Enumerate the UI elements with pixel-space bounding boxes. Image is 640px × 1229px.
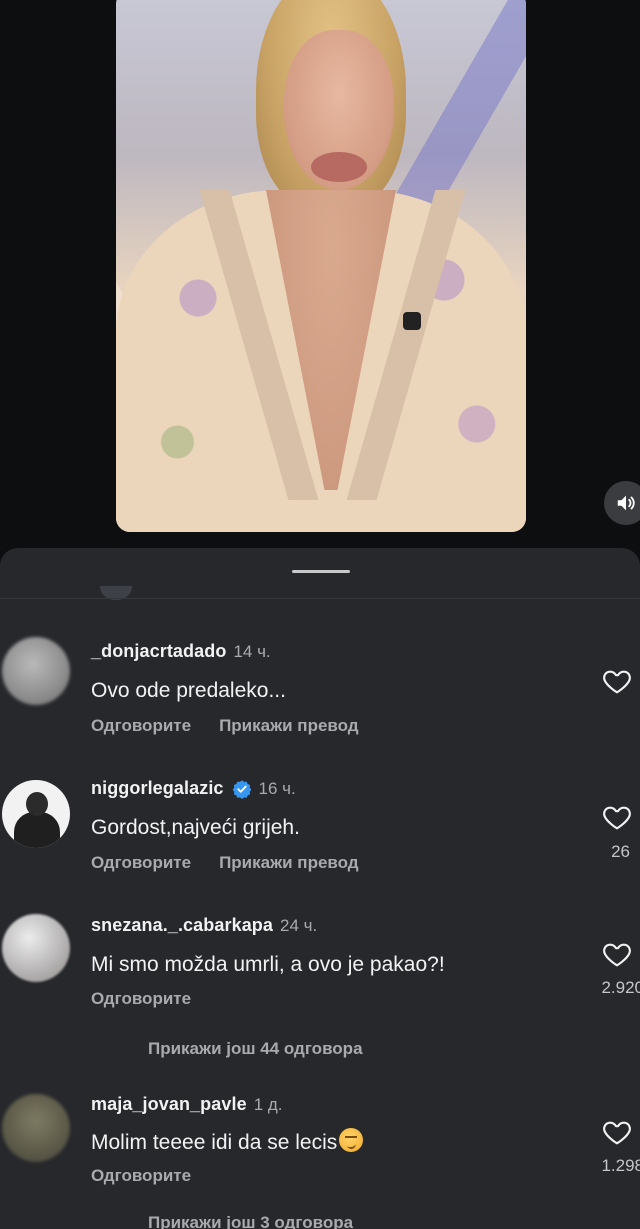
show-translation-button[interactable]: Прикажи превод	[219, 853, 359, 873]
comment-text: Gordost,najveći grijeh.	[91, 816, 300, 839]
avatar-figure-body	[14, 812, 60, 848]
smirk-emoji-icon	[339, 1128, 364, 1152]
comment-time: 14 ч.	[233, 641, 271, 661]
video-player[interactable]	[116, 0, 526, 532]
sound-toggle-button[interactable]	[604, 481, 640, 525]
comment-text: Mi smo možda umrli, a ovo je pakao?!	[91, 953, 445, 976]
verified-badge-icon	[232, 779, 251, 799]
sheet-divider	[0, 598, 640, 599]
comment-text-content: Molim teeee idi da se lecis	[91, 1131, 338, 1154]
comment-actions: Одговорите Прикажи превод	[91, 716, 359, 736]
comment-username[interactable]: maja_jovan_pavle	[91, 1094, 247, 1115]
like-count: 2.920	[601, 978, 640, 997]
video-area	[0, 0, 640, 560]
speaker-icon	[617, 495, 635, 511]
comment-time: 1 д.	[253, 1094, 283, 1114]
comment-username[interactable]: _donjacrtadado	[91, 641, 226, 662]
comment-actions: Одговорите	[91, 1166, 191, 1186]
reply-button[interactable]: Одговорите	[91, 716, 191, 736]
reels-comments-screen: _donjacrtadado 14 ч. Ovo ode predaleko..…	[0, 0, 640, 1229]
heart-icon[interactable]	[600, 801, 634, 833]
avatar[interactable]	[2, 914, 70, 982]
comment-header: _donjacrtadado 14 ч.	[91, 641, 271, 662]
show-more-replies-button[interactable]: Прикажи још 3 одговора	[148, 1213, 353, 1229]
avatar[interactable]	[2, 780, 70, 848]
comment-username[interactable]: snezana._.cabarkapa	[91, 915, 273, 936]
comment-actions: Одговорите Прикажи превод	[91, 853, 359, 873]
heart-icon[interactable]	[600, 938, 634, 970]
reply-button[interactable]: Одговорите	[91, 989, 191, 1009]
show-translation-button[interactable]: Прикажи превод	[219, 716, 359, 736]
reply-button[interactable]: Одговорите	[91, 1166, 191, 1186]
comment-text: Ovo ode predaleko...	[91, 679, 286, 702]
comment-header: niggorlegalazic 16 ч.	[91, 778, 296, 799]
avatar-figure-head	[26, 792, 48, 816]
lapel-mic	[403, 312, 421, 330]
like-count: 26	[611, 842, 630, 861]
comment-text: Molim teeee idi da se lecis	[91, 1128, 364, 1155]
video-subject-lips	[311, 152, 367, 182]
comments-sheet: _donjacrtadado 14 ч. Ovo ode predaleko..…	[0, 548, 640, 1229]
comment-time: 16 ч.	[258, 778, 296, 798]
avatar[interactable]	[2, 1094, 70, 1162]
show-more-replies-button[interactable]: Прикажи још 44 одговора	[148, 1039, 363, 1059]
comment-actions: Одговорите	[91, 989, 191, 1009]
comment-time: 24 ч.	[280, 915, 318, 935]
comment-header: maja_jovan_pavle 1 д.	[91, 1094, 283, 1115]
comment-header: snezana._.cabarkapa 24 ч.	[91, 915, 317, 936]
reply-button[interactable]: Одговорите	[91, 853, 191, 873]
comment-username[interactable]: niggorlegalazic	[91, 778, 224, 799]
heart-icon[interactable]	[600, 665, 634, 697]
heart-icon[interactable]	[600, 1116, 634, 1148]
avatar[interactable]	[2, 637, 70, 705]
like-count: 1.298	[601, 1156, 640, 1175]
sheet-drag-handle[interactable]	[292, 570, 350, 573]
